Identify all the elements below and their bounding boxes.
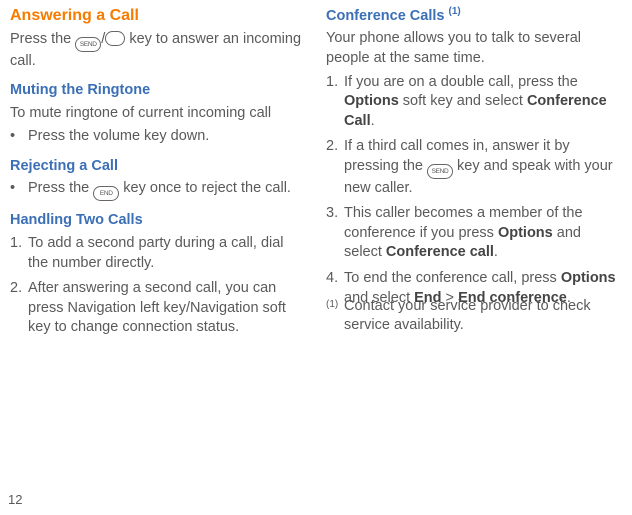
list-number: 1.	[326, 73, 344, 132]
heading-rejecting: Rejecting a Call	[10, 157, 306, 177]
footnote-mark-text: (1)	[326, 299, 338, 310]
footnote-text: Contact your service provider to check s…	[344, 297, 612, 336]
heading-answering-call: Answering a Call	[10, 5, 306, 27]
handling-1-text: To add a second party during a call, dia…	[28, 234, 306, 273]
column-right: Conference Calls (1) Your phone allows y…	[326, 5, 622, 344]
conference-intro: Your phone allows you to talk to several…	[326, 29, 622, 68]
c1b: Options	[344, 93, 399, 109]
bullet-dot: •	[10, 179, 28, 201]
heading-handling: Handling Two Calls	[10, 211, 306, 231]
rejecting-bullet-text: Press the END key once to reject the cal…	[28, 179, 291, 201]
end-key-label: END	[100, 190, 113, 197]
muting-bullet-text: Press the volume key down.	[28, 127, 209, 147]
handling-item-1: 1. To add a second party during a call, …	[10, 234, 306, 273]
c1c: soft key and select	[399, 93, 527, 109]
heading-conference-sup: (1)	[449, 6, 461, 17]
send-key-label: SEND	[80, 41, 97, 48]
c3e: .	[494, 244, 498, 260]
end-key-icon: END	[93, 186, 119, 201]
conference-item-2: 2. If a third call comes in, answer it b…	[326, 137, 622, 198]
c4b: Options	[561, 270, 616, 286]
conference-3-text: This caller becomes a member of the conf…	[344, 204, 622, 263]
conference-item-3: 3. This caller becomes a member of the c…	[326, 204, 622, 263]
c1e: .	[371, 113, 375, 129]
c1a: If you are on a double call, press the	[344, 74, 578, 90]
page: Answering a Call Press the SEND/ key to …	[0, 0, 632, 354]
heading-muting: Muting the Ringtone	[10, 81, 306, 101]
rejecting-a: Press the	[28, 180, 93, 196]
list-number: 2.	[10, 279, 28, 338]
handling-item-2: 2. After answering a second call, you ca…	[10, 279, 306, 338]
ok-key-icon	[105, 31, 125, 46]
muting-text: To mute ringtone of current incoming cal…	[10, 104, 306, 124]
page-number: 12	[8, 491, 22, 509]
c3b: Options	[498, 225, 553, 241]
footnote: (1) Contact your service provider to che…	[326, 297, 612, 336]
list-number: 1.	[10, 234, 28, 273]
footnote-mark: (1)	[326, 297, 344, 336]
send-key-label2: SEND	[432, 168, 449, 175]
bullet-dot: •	[10, 127, 28, 147]
list-number: 2.	[326, 137, 344, 198]
send-key-icon: SEND	[75, 37, 101, 52]
muting-bullet: • Press the volume key down.	[10, 127, 306, 147]
answering-text-a: Press the	[10, 31, 75, 47]
heading-conference-text: Conference Calls	[326, 8, 449, 24]
c3d: Conference call	[386, 244, 494, 260]
rejecting-b: key once to reject the call.	[119, 180, 291, 196]
column-left: Answering a Call Press the SEND/ key to …	[10, 5, 306, 344]
heading-conference: Conference Calls (1)	[326, 5, 622, 26]
conference-1-text: If you are on a double call, press the O…	[344, 73, 622, 132]
answering-text: Press the SEND/ key to answer an incomin…	[10, 30, 306, 72]
conference-item-1: 1. If you are on a double call, press th…	[326, 73, 622, 132]
rejecting-bullet: • Press the END key once to reject the c…	[10, 179, 306, 201]
conference-2-text: If a third call comes in, answer it by p…	[344, 137, 622, 198]
list-number: 3.	[326, 204, 344, 263]
handling-2-text: After answering a second call, you can p…	[28, 279, 306, 338]
c4a: To end the conference call, press	[344, 270, 561, 286]
send-key-icon: SEND	[427, 164, 453, 179]
